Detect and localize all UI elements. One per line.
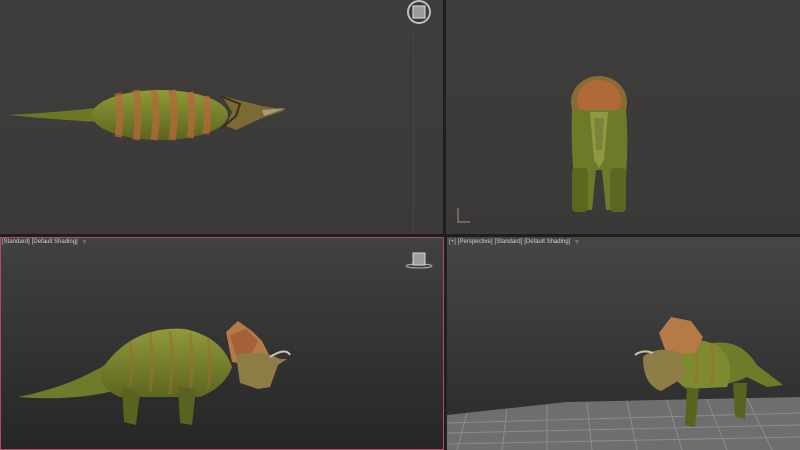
label-shading[interactable]: [Default Shading] xyxy=(524,239,570,245)
viewport-top[interactable] xyxy=(0,0,443,234)
label-shading[interactable]: [Default Shading] xyxy=(32,239,78,245)
dino-left-view xyxy=(18,321,291,425)
perspective-scene xyxy=(447,317,800,450)
viewcube-icon[interactable] xyxy=(404,0,434,28)
filter-icon[interactable]: ▿ xyxy=(83,238,87,246)
viewport-layout: [Standard] [Default Shading] ▿ [+] [Pers… xyxy=(0,0,800,450)
label-plus[interactable]: [+] xyxy=(449,239,456,245)
label-standard[interactable]: [Standard] xyxy=(495,239,523,245)
label-standard[interactable]: [Standard] xyxy=(2,239,30,245)
viewport-front[interactable] xyxy=(446,0,800,234)
dino-top-view xyxy=(8,89,286,141)
viewport-label[interactable]: [+] [Perspective] [Standard] [Default Sh… xyxy=(449,238,579,246)
viewport-label[interactable]: [Standard] [Default Shading] ▿ xyxy=(2,238,86,246)
axis-tripod-icon xyxy=(454,206,474,226)
label-perspective[interactable]: [Perspective] xyxy=(458,239,493,245)
viewport-left[interactable]: [Standard] [Default Shading] ▿ xyxy=(0,237,444,450)
filter-icon[interactable]: ▿ xyxy=(575,238,579,246)
grid-line xyxy=(413,28,414,234)
dino-front-view xyxy=(571,76,628,212)
viewport-perspective[interactable]: [+] [Perspective] [Standard] [Default Sh… xyxy=(447,237,800,450)
viewcube-icon[interactable] xyxy=(404,251,434,271)
